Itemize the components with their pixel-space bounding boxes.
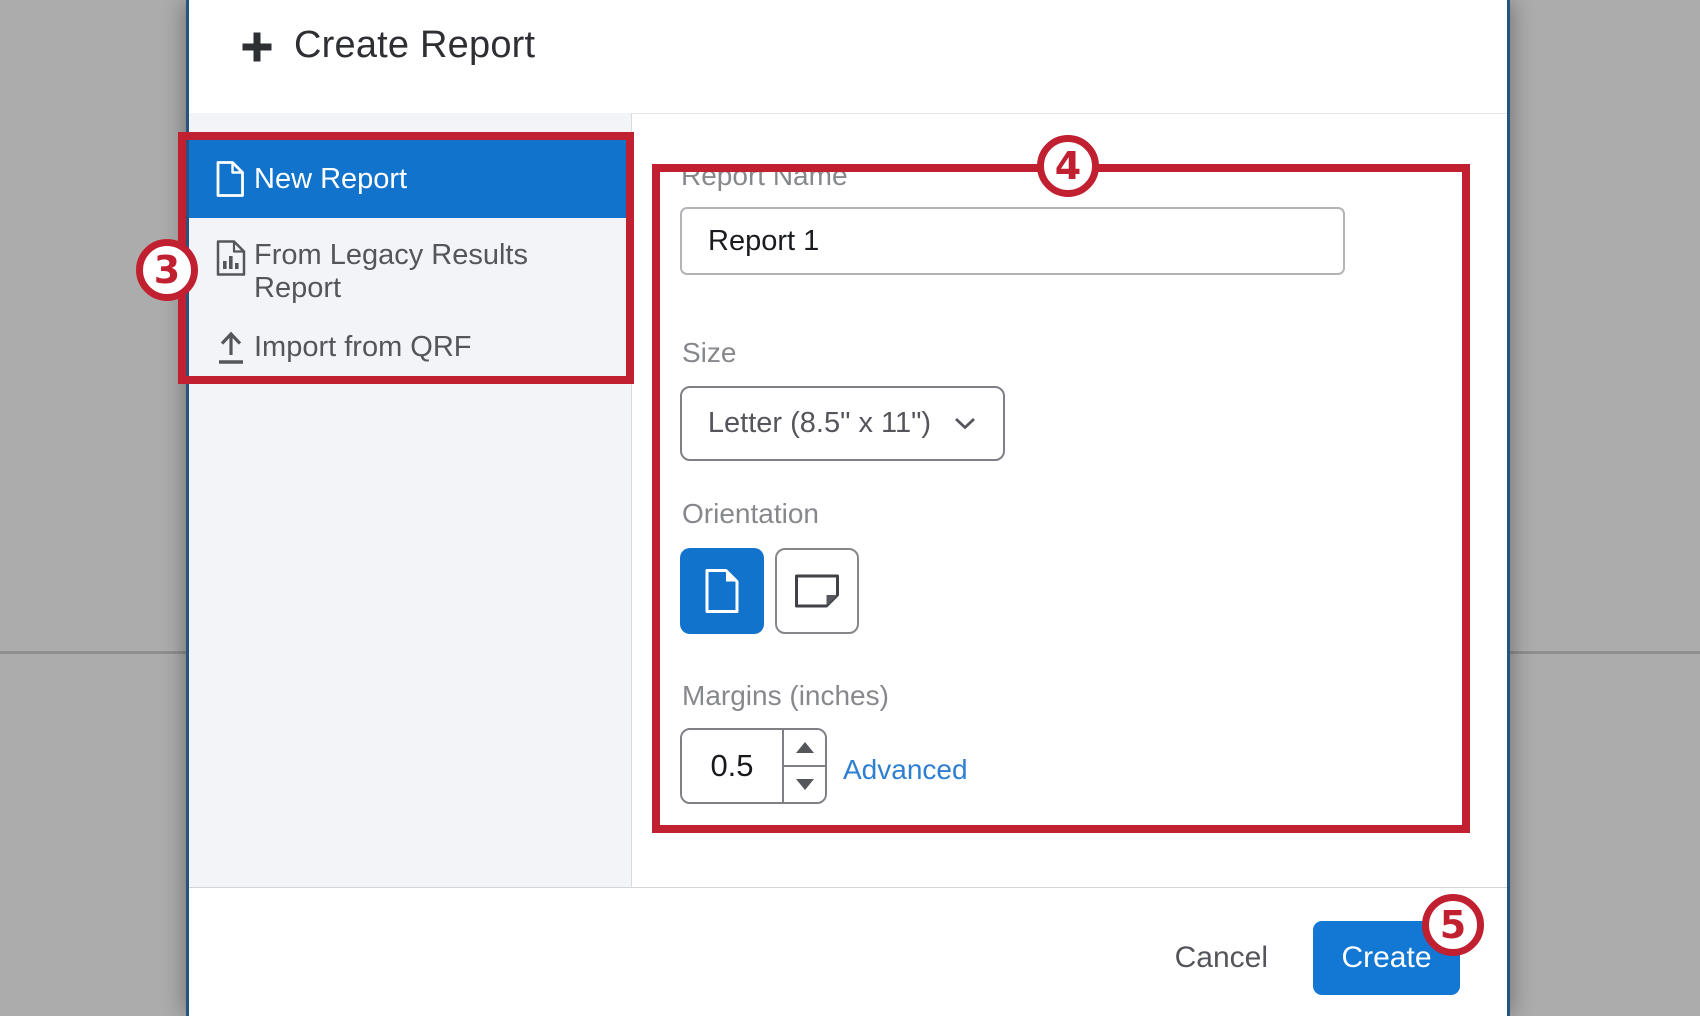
annotation-box-3: [178, 132, 634, 384]
dialog-title: Create Report: [294, 22, 535, 68]
annotation-callout-4: 4: [1037, 135, 1099, 197]
screen-background: Create Report New Report: [0, 0, 1700, 1016]
plus-icon: [240, 30, 274, 64]
annotation-callout-3: 3: [136, 239, 198, 301]
annotation-box-4: [652, 164, 1470, 833]
cancel-button[interactable]: Cancel: [1175, 941, 1268, 975]
dialog-footer: Cancel Create: [189, 887, 1507, 1016]
dialog-header: Create Report: [189, 0, 1507, 113]
annotation-callout-5: 5: [1422, 894, 1484, 956]
